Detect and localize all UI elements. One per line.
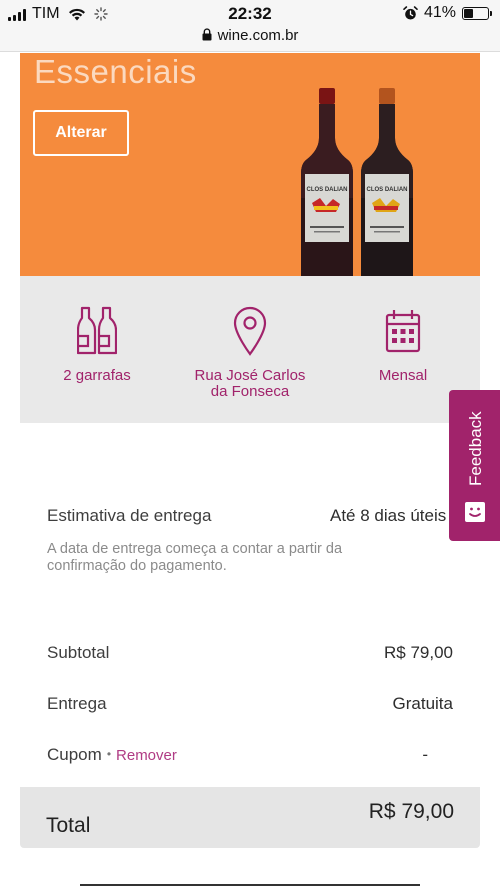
address-line-2: da Fonseca	[210, 383, 290, 400]
coupon-label: Cupom	[47, 745, 102, 764]
change-plan-button[interactable]: Alterar	[33, 110, 129, 156]
frequency-label: Mensal	[378, 367, 428, 384]
delivery-address: Rua José Carlos da Fonseca	[180, 306, 320, 400]
delivery-frequency: Mensal	[353, 306, 453, 384]
feedback-tab[interactable]: Feedback	[449, 390, 500, 541]
status-right: 41%	[403, 4, 492, 22]
svg-text:CLOS DALIAN: CLOS DALIAN	[367, 187, 408, 193]
plan-hero: Essenciais Alterar CLOS DALIAN CLOS DALI…	[20, 53, 480, 276]
bottle-count-label: 2 garrafas	[63, 367, 131, 384]
subtotal-value: R$ 79,00	[384, 643, 453, 662]
total-value: R$ 79,00	[368, 800, 454, 823]
total-box: Total R$ 79,00	[20, 787, 480, 848]
home-indicator	[80, 884, 420, 886]
subtotal-label: Subtotal	[47, 643, 110, 662]
delivery-note: A data de entrega começa a contar a part…	[47, 541, 343, 574]
plan-title: Essenciais	[34, 53, 197, 90]
bottles-icon	[77, 306, 117, 355]
status-bar: TIM 22:32 wine.com.br 41%	[0, 0, 500, 52]
alarm-icon	[403, 5, 418, 19]
coupon-row: Cupom • Remover	[47, 745, 177, 765]
lock-icon	[202, 28, 212, 41]
wine-bottle-image: CLOS DALIAN	[301, 88, 353, 276]
shipping-value: Gratuita	[392, 694, 453, 713]
total-label: Total	[46, 814, 91, 837]
battery-icon	[462, 6, 492, 20]
bottle-count: 2 garrafas	[47, 306, 147, 384]
feedback-label: Feedback	[466, 411, 485, 486]
battery-percent: 41%	[423, 4, 456, 21]
remove-coupon-link[interactable]: Remover	[116, 747, 177, 764]
calendar-icon	[385, 310, 421, 353]
coupon-separator: •	[106, 747, 112, 761]
wine-bottle-image: CLOS DALIAN	[361, 88, 413, 276]
delivery-estimate-value: Até 8 dias úteis	[330, 506, 447, 525]
plan-details: 2 garrafas Rua José Carlos da Fonseca Me…	[20, 276, 480, 423]
feedback-smile-icon	[465, 502, 485, 522]
url-text: wine.com.br	[217, 27, 299, 44]
location-pin-icon	[233, 306, 267, 356]
svg-text:CLOS DALIAN: CLOS DALIAN	[307, 187, 348, 193]
shipping-label: Entrega	[47, 694, 107, 713]
page: TIM 22:32 wine.com.br 41% Essenciais Alt…	[0, 0, 500, 889]
delivery-estimate-label: Estimativa de entrega	[47, 506, 212, 525]
coupon-value: -	[422, 745, 428, 764]
address-bar[interactable]: wine.com.br	[0, 27, 500, 44]
address-line-1: Rua José Carlos	[194, 367, 306, 384]
